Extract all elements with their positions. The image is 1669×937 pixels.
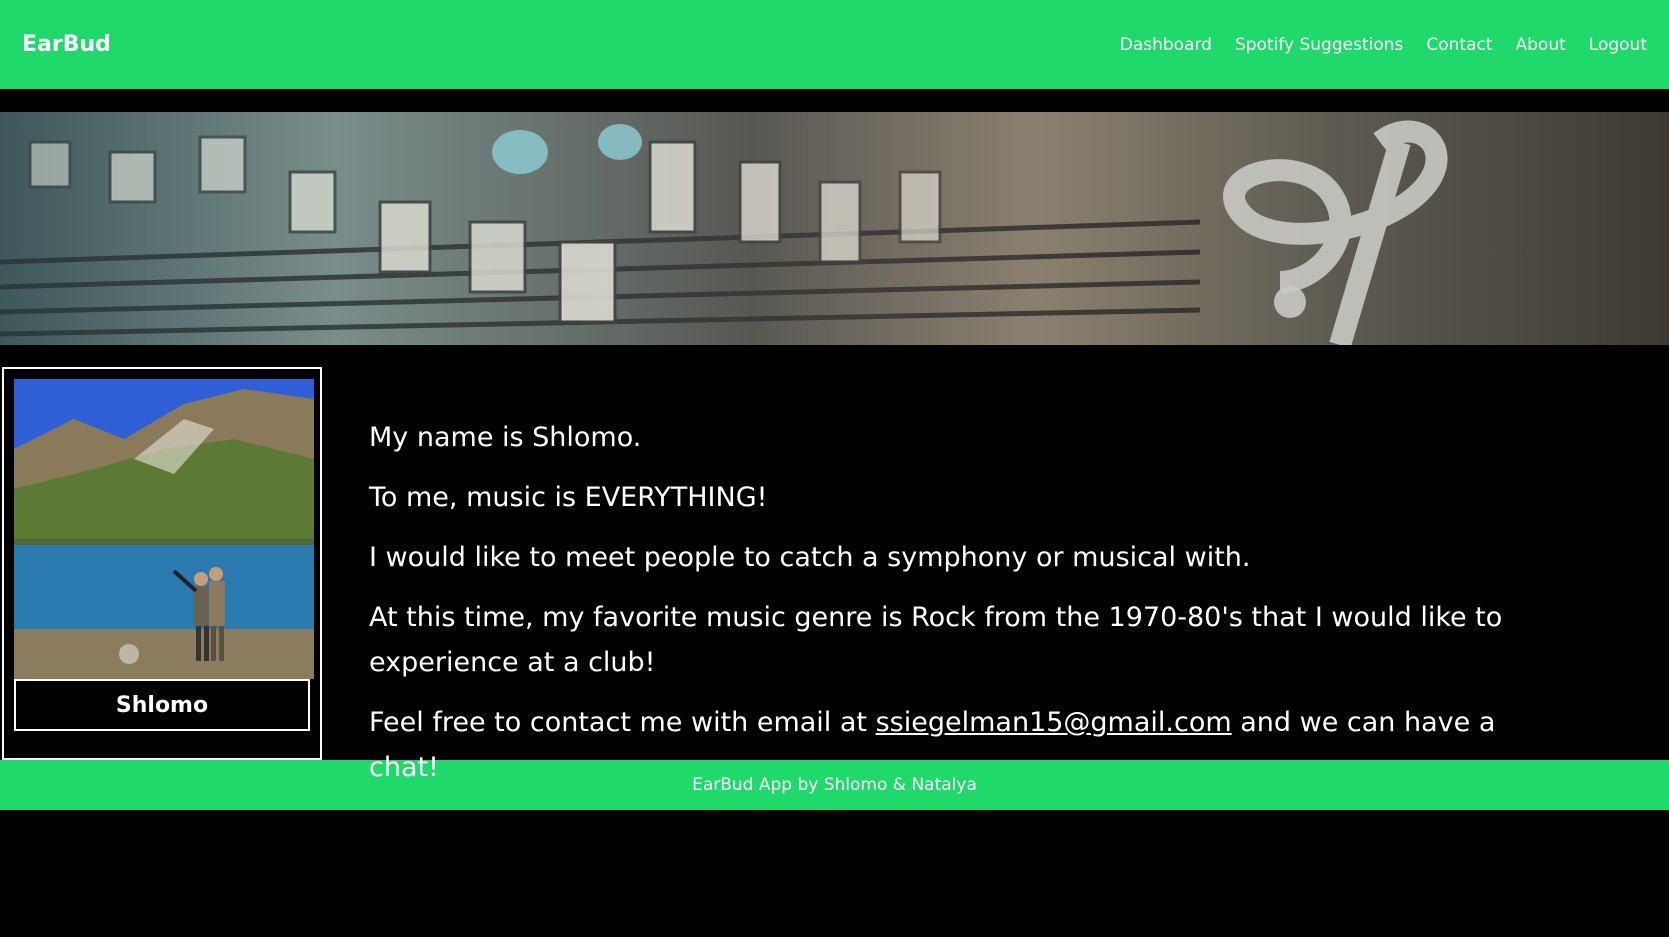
navbar: EarBud Dashboard Spotify Suggestions Con…	[0, 0, 1669, 89]
email-link[interactable]: ssiegelman15@gmail.com	[876, 707, 1232, 738]
spacer	[0, 89, 1669, 112]
bio-line-meet: I would like to meet people to catch a s…	[369, 542, 1251, 573]
bio-line-name: My name is Shlomo.	[369, 422, 642, 453]
music-notes-illustration	[0, 112, 1669, 345]
nav-link-about[interactable]: About	[1516, 35, 1566, 55]
bio-text: My name is Shlomo. To me, music is EVERY…	[369, 415, 1559, 805]
profile-section: Shlomo My name is Shlomo. To me, music i…	[0, 345, 1669, 783]
brand-logo[interactable]: EarBud	[22, 32, 111, 57]
nav-link-contact[interactable]: Contact	[1426, 35, 1492, 55]
contact-prefix: Feel free to contact me with email at	[369, 707, 876, 738]
nav-link-dashboard[interactable]: Dashboard	[1120, 35, 1212, 55]
profile-card: Shlomo	[2, 367, 322, 760]
bio-line-music: To me, music is EVERYTHING!	[369, 482, 768, 513]
mountain-lake-photo	[14, 379, 314, 679]
nav-link-spotify-suggestions[interactable]: Spotify Suggestions	[1235, 35, 1403, 55]
music-banner-image	[0, 112, 1669, 345]
profile-name: Shlomo	[14, 679, 310, 731]
footer-text: EarBud App by Shlomo & Natalya	[692, 775, 977, 795]
nav-links: Dashboard Spotify Suggestions Contact Ab…	[1097, 35, 1647, 55]
profile-photo	[14, 379, 314, 679]
nav-link-logout[interactable]: Logout	[1589, 35, 1647, 55]
bio-line-genre: At this time, my favorite music genre is…	[369, 602, 1503, 678]
